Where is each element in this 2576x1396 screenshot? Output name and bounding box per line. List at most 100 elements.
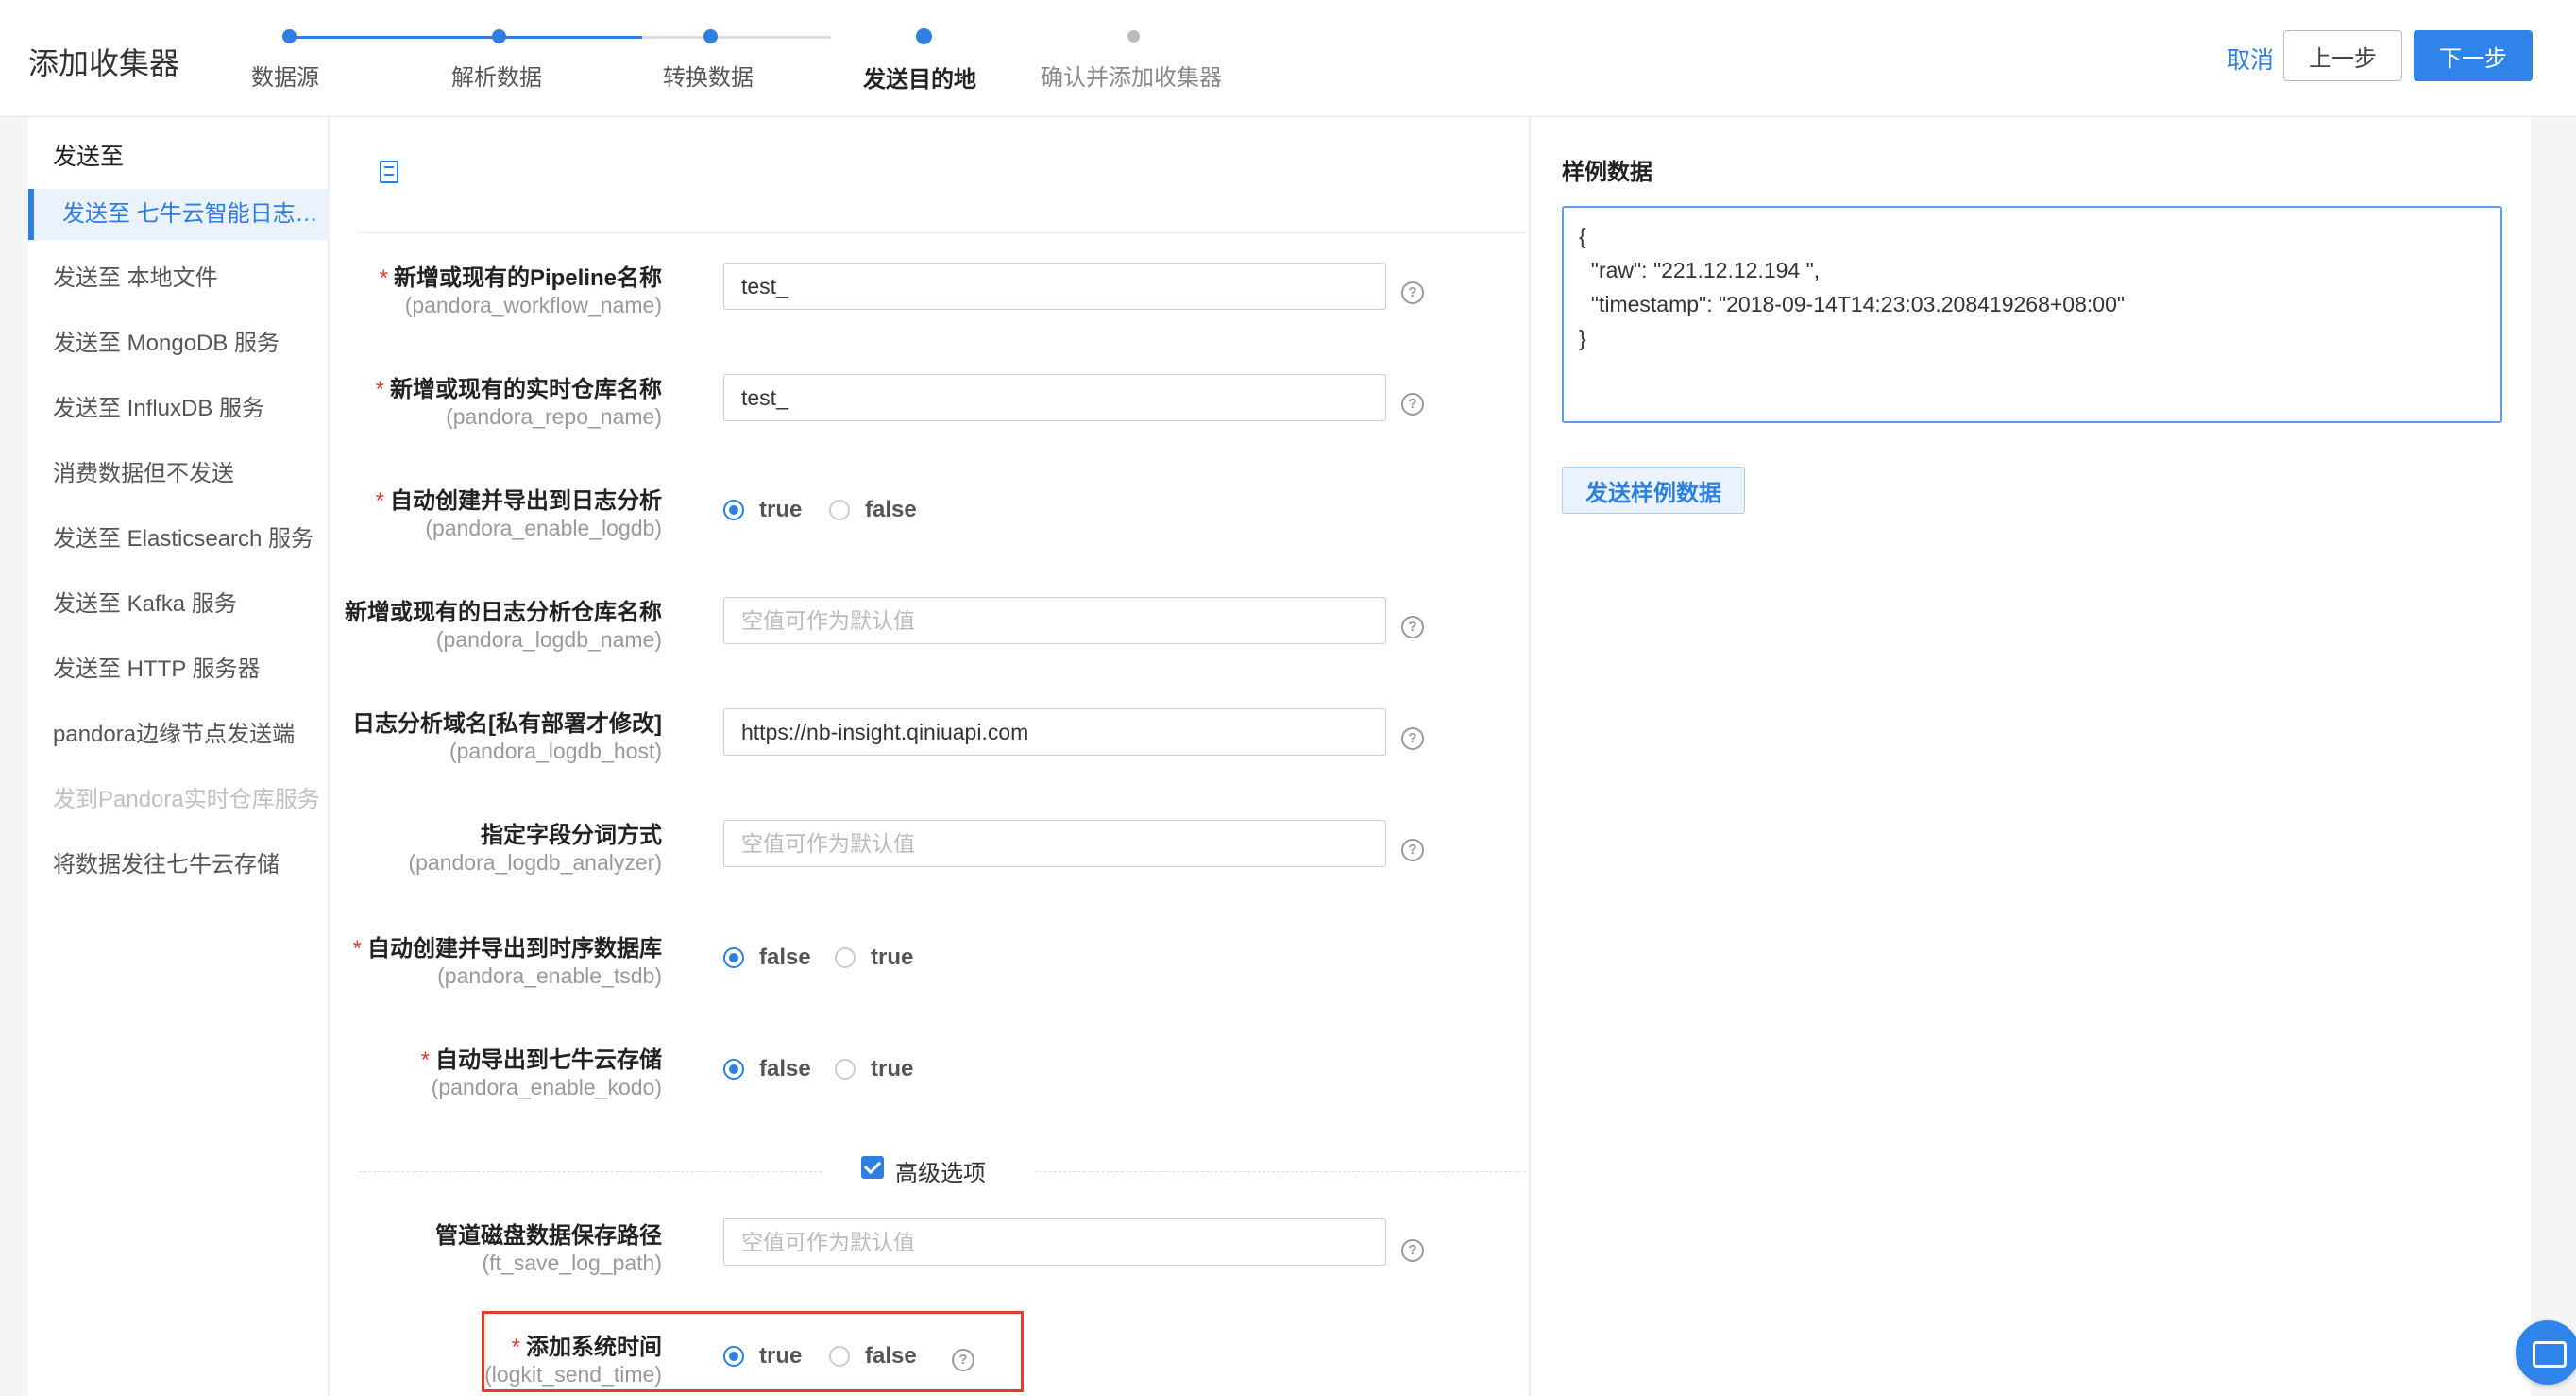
radio-button[interactable] xyxy=(829,500,850,520)
radio-button[interactable] xyxy=(723,1346,744,1367)
field-label: * 自动创建并导出到时序数据库 xyxy=(352,936,662,962)
field-key: (ft_save_log_path) xyxy=(482,1251,662,1275)
field-label: 日志分析域名[私有部署才修改] xyxy=(352,711,662,737)
step-dot-current xyxy=(916,28,932,44)
field-key: (pandora_logdb_host) xyxy=(449,739,662,763)
field-label: * 添加系统时间 xyxy=(511,1335,662,1360)
repo-name-input[interactable] xyxy=(723,374,1386,421)
question-circle-icon[interactable]: ? xyxy=(1401,1239,1424,1262)
radio-option-false[interactable]: false xyxy=(723,1050,811,1088)
stepper: 数据源 解析数据 转换数据 发送目的地 确认并添加收集器 xyxy=(246,25,1246,100)
sidebar-item-qiniu-logdb[interactable]: 发送至 七牛云智能日志分析服务 xyxy=(28,189,329,240)
field-label: 指定字段分词方式 xyxy=(481,823,662,848)
field-key: (pandora_repo_name) xyxy=(446,404,662,429)
divider xyxy=(359,1171,822,1172)
radio-button[interactable] xyxy=(835,1059,856,1080)
sidebar-item-pandora-repo: 发到Pandora实时仓库服务 xyxy=(53,787,320,812)
field-key: (pandora_enable_kodo) xyxy=(431,1075,662,1099)
required-mark: * xyxy=(375,488,384,514)
required-mark: * xyxy=(379,265,388,291)
step-connector xyxy=(289,36,408,39)
step-label-source: 数据源 xyxy=(251,65,319,91)
step-label-parse: 解析数据 xyxy=(451,65,542,91)
radio-button[interactable] xyxy=(723,1059,744,1080)
question-circle-icon[interactable]: ? xyxy=(1401,839,1424,861)
required-mark: * xyxy=(352,936,362,962)
logdb-analyzer-input[interactable] xyxy=(723,820,1386,867)
pipeline-name-input[interactable] xyxy=(723,263,1386,310)
destination-sidebar: 发送至 发送至 七牛云智能日志分析服务 发送至 本地文件 发送至 MongoDB… xyxy=(28,117,329,1396)
save-log-path-input[interactable] xyxy=(723,1218,1386,1266)
field-key: (logkit_send_time) xyxy=(484,1362,662,1387)
question-circle-icon[interactable]: ? xyxy=(952,1349,974,1371)
field-key: (pandora_workflow_name) xyxy=(404,293,662,317)
step-dot xyxy=(703,29,718,43)
radio-option-false[interactable]: false xyxy=(829,1337,917,1375)
radio-option-false[interactable]: false xyxy=(723,939,811,977)
page-header: 添加收集器 数据源 解析数据 转换数据 发送目的地 确认并添加收集器 取消 上一… xyxy=(0,0,2576,117)
sample-data-panel: 样例数据 { "raw": "221.12.12.194 ", "timesta… xyxy=(1532,117,2531,1396)
required-mark: * xyxy=(511,1335,520,1360)
chat-widget-icon[interactable] xyxy=(2516,1320,2576,1385)
sidebar-item-qiniu-storage[interactable]: 将数据发往七牛云存储 xyxy=(28,840,329,891)
radio-option-true[interactable]: true xyxy=(835,1050,913,1088)
step-label-transform: 转换数据 xyxy=(663,65,754,91)
sidebar-item-elasticsearch[interactable]: 发送至 Elasticsearch 服务 xyxy=(28,514,329,565)
field-key: (pandora_logdb_analyzer) xyxy=(408,850,662,875)
divider xyxy=(359,232,1526,233)
required-mark: * xyxy=(420,1047,430,1073)
question-circle-icon[interactable]: ? xyxy=(1401,727,1424,750)
radio-option-true[interactable]: true xyxy=(835,939,913,977)
sample-data-textarea[interactable]: { "raw": "221.12.12.194 ", "timestamp": … xyxy=(1562,206,2502,423)
advanced-options-checkbox[interactable] xyxy=(861,1156,884,1179)
sidebar-item-pandora-edge[interactable]: pandora边缘节点发送端 xyxy=(28,709,329,760)
question-circle-icon[interactable]: ? xyxy=(1401,281,1424,304)
radio-button[interactable] xyxy=(829,1346,850,1367)
field-key: (pandora_logdb_name) xyxy=(435,627,662,652)
step-dot xyxy=(282,29,297,43)
sidebar-item-local-file[interactable]: 发送至 本地文件 xyxy=(28,253,329,304)
sidebar-item-influxdb[interactable]: 发送至 InfluxDB 服务 xyxy=(28,383,329,434)
sidebar-item-mongodb[interactable]: 发送至 MongoDB 服务 xyxy=(28,318,329,369)
sidebar-item-http[interactable]: 发送至 HTTP 服务器 xyxy=(28,644,329,695)
field-label: * 自动导出到七牛云存储 xyxy=(420,1047,662,1073)
radio-option-false[interactable]: false xyxy=(829,491,917,529)
field-label: * 新增或现有的Pipeline名称 xyxy=(379,265,662,291)
required-mark: * xyxy=(375,377,384,402)
logdb-name-input[interactable] xyxy=(723,597,1386,644)
previous-step-button[interactable]: 上一步 xyxy=(2283,30,2402,81)
next-step-button[interactable]: 下一步 xyxy=(2414,30,2533,81)
question-circle-icon[interactable]: ? xyxy=(1401,393,1424,416)
step-connector xyxy=(527,36,642,39)
advanced-options-label[interactable]: 高级选项 xyxy=(895,1154,986,1187)
divider xyxy=(1035,1171,1526,1172)
field-label: 新增或现有的日志分析仓库名称 xyxy=(345,600,662,625)
radio-button[interactable] xyxy=(723,500,744,520)
step-connector xyxy=(408,36,527,39)
logdb-host-input[interactable] xyxy=(723,708,1386,756)
field-label: * 自动创建并导出到日志分析 xyxy=(375,488,662,514)
field-label: 管道磁盘数据保存路径 xyxy=(435,1223,662,1249)
step-connector xyxy=(642,36,831,39)
document-icon[interactable] xyxy=(380,161,398,183)
sidebar-heading: 发送至 xyxy=(53,144,125,170)
step-label-destination: 发送目的地 xyxy=(863,67,976,93)
field-key: (pandora_enable_logdb) xyxy=(425,516,662,540)
step-dot xyxy=(492,29,506,43)
radio-option-true[interactable]: true xyxy=(723,491,802,529)
radio-option-true[interactable]: true xyxy=(723,1337,802,1375)
radio-button[interactable] xyxy=(835,947,856,968)
config-form: * 新增或现有的Pipeline名称 (pandora_workflow_name… xyxy=(330,117,1530,1396)
sidebar-item-discard[interactable]: 消费数据但不发送 xyxy=(28,449,329,500)
cancel-link[interactable]: 取消 xyxy=(2227,42,2274,76)
sidebar-item-kafka[interactable]: 发送至 Kafka 服务 xyxy=(28,579,329,630)
field-label: * 新增或现有的实时仓库名称 xyxy=(375,377,662,402)
field-key: (pandora_enable_tsdb) xyxy=(437,963,662,988)
send-sample-button[interactable]: 发送样例数据 xyxy=(1562,467,1745,514)
step-label-confirm: 确认并添加收集器 xyxy=(1041,65,1222,91)
sample-data-title: 样例数据 xyxy=(1562,160,1652,185)
radio-button[interactable] xyxy=(723,947,744,968)
page-title: 添加收集器 xyxy=(28,46,180,80)
step-dot-pending xyxy=(1127,30,1140,43)
question-circle-icon[interactable]: ? xyxy=(1401,616,1424,638)
